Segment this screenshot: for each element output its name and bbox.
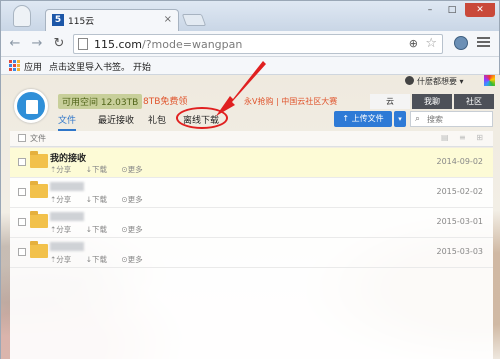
service-tabs: 云 我聊 社区 [368,94,494,109]
zoom-icon[interactable]: ⊕ [409,37,418,50]
search-box: ⌕ [410,111,493,127]
reload-icon[interactable]: ↻ [51,36,67,52]
tab-cloud[interactable]: 云 [370,94,410,109]
folder-icon [30,211,48,228]
tab-strip: 5 115云 × – □ ✕ [1,1,499,31]
tab-gift[interactable]: 礼包 [148,113,166,126]
row-actions: ⇡分享 ↓下载 ⊙更多 [50,194,155,205]
row-checkbox[interactable] [18,158,26,166]
blurred-file-name[interactable] [50,242,84,251]
tab-chat[interactable]: 我聊 [412,94,452,109]
user-name: 什麽都想要 ▾ [417,77,464,86]
share-action[interactable]: ⇡分享 [50,195,77,204]
table-row[interactable]: ⇡分享 ↓下载 ⊙更多 2015-03-03 [10,238,493,268]
share-action[interactable]: ⇡分享 [50,165,77,174]
more-action[interactable]: ⊙更多 [121,165,148,174]
select-all-checkbox[interactable] [18,134,26,142]
bookmark-start[interactable]: 开始 [133,60,151,73]
tab-community[interactable]: 社区 [454,94,494,109]
window-controls: – □ ✕ [421,3,495,17]
list-header: 文件 ▤ ≡ ⊞ [10,131,493,147]
profile-icon[interactable] [13,5,31,27]
blurred-file-name[interactable] [50,212,84,221]
row-checkbox[interactable] [18,248,26,256]
file-date: 2015-03-01 [436,217,484,226]
tab-title: 115云 [68,17,95,27]
download-action[interactable]: ↓下载 [86,195,113,204]
more-action[interactable]: ⊙更多 [121,225,148,234]
forward-icon[interactable]: → [29,36,45,52]
tab-close-icon[interactable]: × [164,14,172,25]
share-action[interactable]: ⇡分享 [50,255,77,264]
bookmark-star-icon[interactable]: ☆ [425,36,437,51]
close-window-button[interactable]: ✕ [465,3,495,17]
address-bar[interactable]: 115.com/?mode=wangpan ⊕ ☆ [73,34,443,54]
url-text: 115.com/?mode=wangpan [94,38,243,51]
table-row[interactable]: ⇡分享 ↓下载 ⊙更多 2015-02-02 [10,178,493,208]
browser-tab[interactable]: 5 115云 × [45,9,179,31]
file-list: 我的接收 ⇡分享 ↓下载 ⊙更多 2014-09-02 ⇡分享 ↓下载 ⊙更多 … [10,148,493,359]
upload-button[interactable]: ↑ 上传文件 [334,111,392,127]
upload-dropdown-icon[interactable]: ▾ [394,111,406,127]
available-space-badge: 可用空间 12.03TB [58,94,143,109]
search-input[interactable] [427,113,491,125]
site-favicon-icon: 5 [52,14,64,26]
file-name[interactable]: 我的接收 [50,151,86,164]
apps-grid-icon[interactable] [9,60,20,71]
tab-recent-received[interactable]: 最近接收 [98,113,134,126]
annotation-circle [176,107,228,129]
row-actions: ⇡分享 ↓下载 ⊙更多 [50,164,155,175]
chrome-menu-icon[interactable] [477,37,490,49]
user-logo-icon[interactable] [14,89,48,123]
maximize-button[interactable]: □ [443,3,461,17]
table-row[interactable]: 我的接收 ⇡分享 ↓下载 ⊙更多 2014-09-02 [10,148,493,178]
row-actions: ⇡分享 ↓下载 ⊙更多 [50,224,155,235]
file-date: 2015-03-03 [436,247,484,256]
bookmarks-bar: 应用 点击这里导入书签。 开始 [1,57,499,75]
free-space-link[interactable]: 8TB免费领 [143,94,187,107]
avatar [405,76,414,85]
blurred-file-name[interactable] [50,182,84,191]
file-date: 2015-02-02 [436,187,484,196]
user-menu[interactable]: 什麽都想要 ▾ [405,75,495,89]
row-checkbox[interactable] [18,188,26,196]
row-checkbox[interactable] [18,218,26,226]
download-action[interactable]: ↓下载 [86,225,113,234]
tab-files[interactable]: 文件 [58,113,77,131]
promo-link[interactable]: 永V抢购 | 中国云社区大赛 [244,96,337,107]
download-action[interactable]: ↓下载 [86,165,113,174]
more-action[interactable]: ⊙更多 [121,255,148,264]
bookmark-apps[interactable]: 应用 [24,60,42,73]
search-icon[interactable]: ⌕ [415,114,420,124]
row-actions: ⇡分享 ↓下载 ⊙更多 [50,254,155,265]
file-date: 2014-09-02 [436,157,484,166]
column-name-header[interactable]: 文件 [30,133,46,144]
share-action[interactable]: ⇡分享 [50,225,77,234]
page-icon [78,38,88,50]
browser-window: 5 115云 × – □ ✕ ← → ↻ 115.com/?mode=wangp… [0,0,500,359]
download-action[interactable]: ↓下载 [86,255,113,264]
web-page: 可用空间 12.03TB 8TB免费领 永V抢购 | 中国云社区大赛 什麽都想要… [1,75,500,359]
extension-globe-icon[interactable] [454,36,468,50]
browser-toolbar: ← → ↻ 115.com/?mode=wangpan ⊕ ☆ [1,31,499,57]
view-toggle-icons[interactable]: ▤ ≡ ⊞ [441,133,487,142]
bookmark-import-hint[interactable]: 点击这里导入书签。 [49,60,130,73]
skin-icon[interactable] [484,75,495,86]
table-row[interactable]: ⇡分享 ↓下载 ⊙更多 2015-03-01 [10,208,493,238]
folder-icon [30,181,48,198]
back-icon[interactable]: ← [7,36,23,52]
new-tab-button[interactable] [181,14,207,26]
folder-icon [30,151,48,168]
more-action[interactable]: ⊙更多 [121,195,148,204]
wangpan-app: 可用空间 12.03TB 8TB免费领 永V抢购 | 中国云社区大赛 什麽都想要… [10,75,495,359]
folder-icon [30,241,48,258]
minimize-button[interactable]: – [421,3,439,17]
